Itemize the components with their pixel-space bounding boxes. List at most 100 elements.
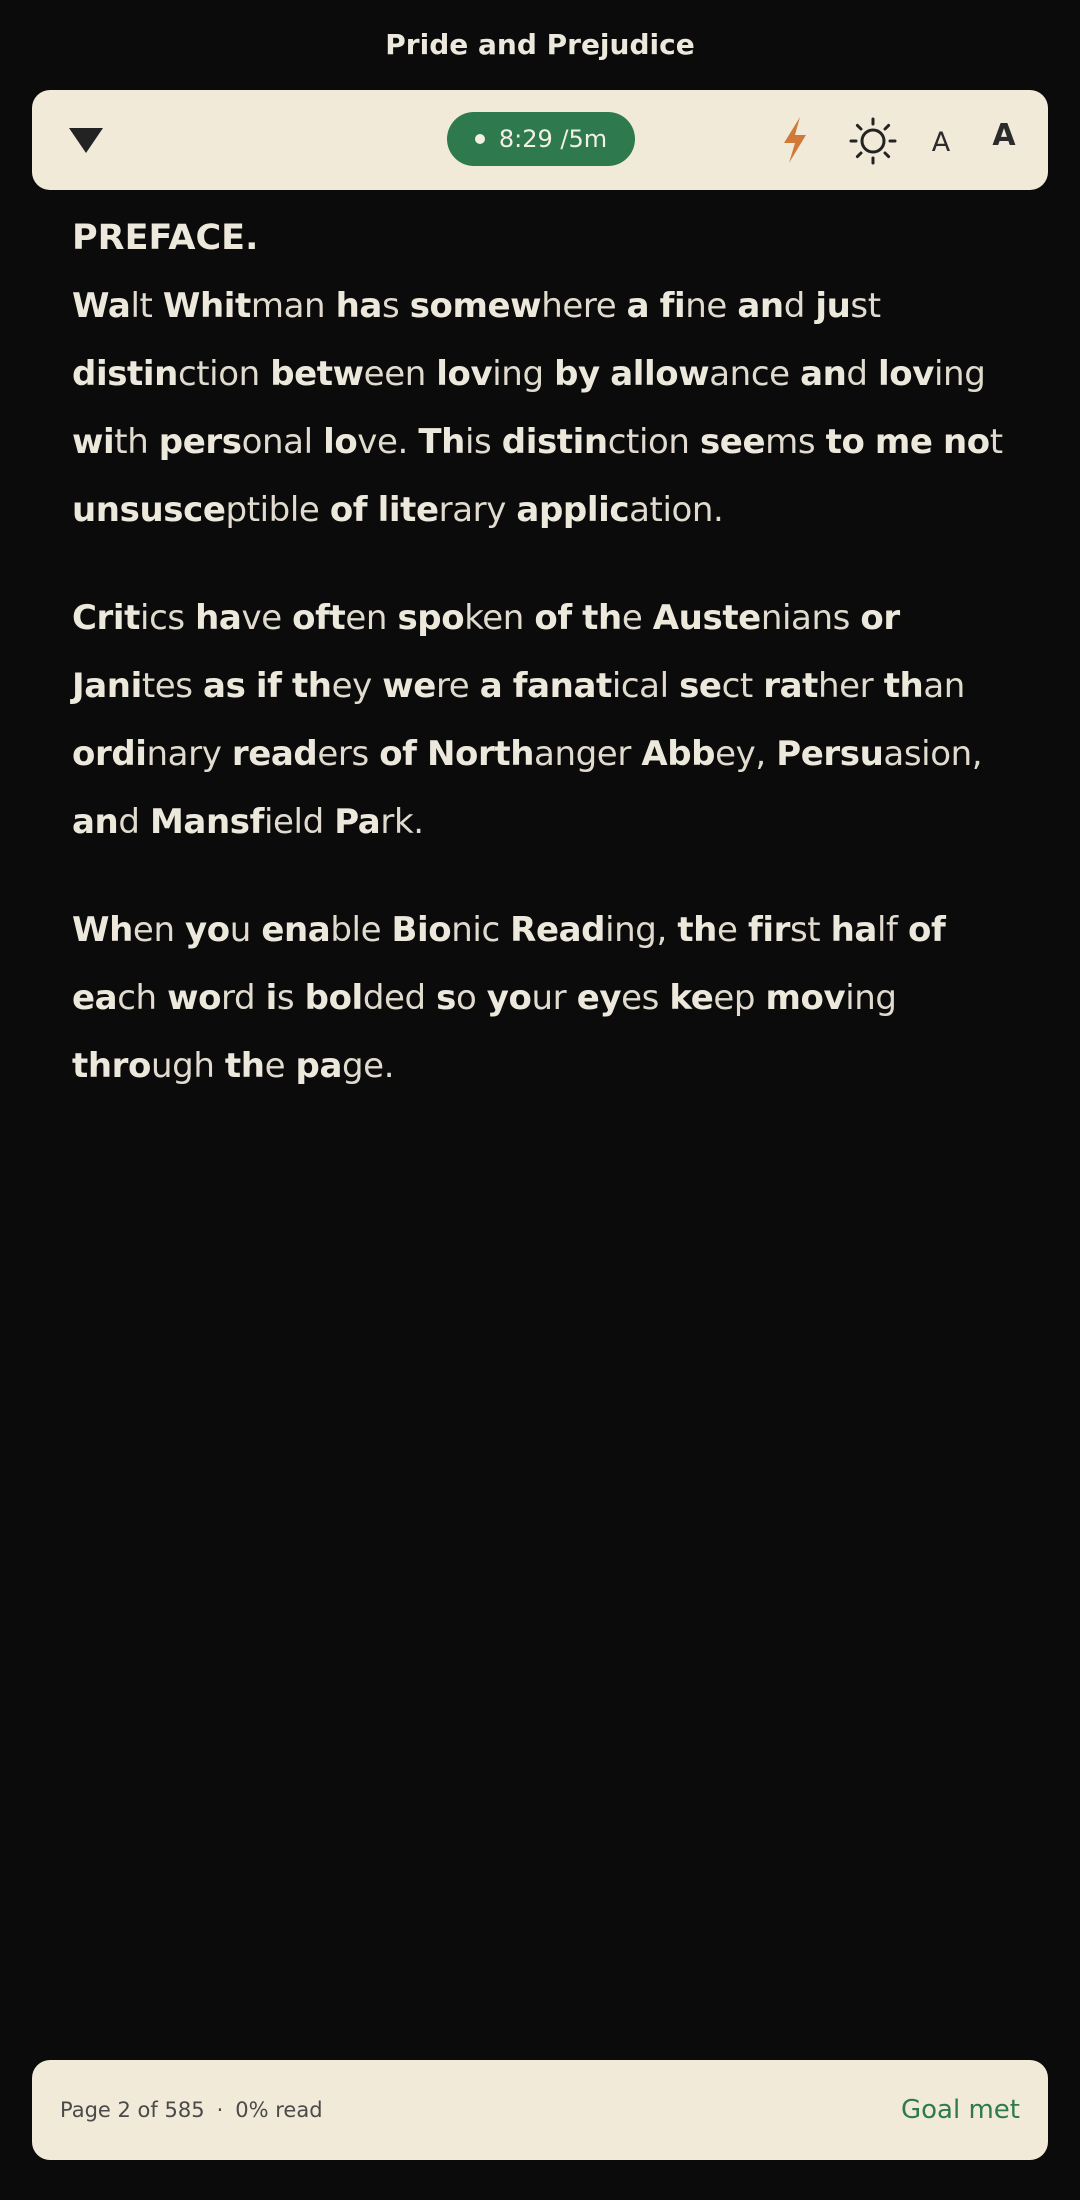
- font-decrease-button[interactable]: A: [924, 120, 958, 164]
- word: loving: [436, 354, 544, 394]
- word: fanatical: [512, 666, 669, 706]
- word: bolded: [304, 978, 426, 1018]
- word: ordinary: [72, 734, 222, 774]
- word: me: [874, 422, 933, 462]
- word: distinction: [72, 354, 260, 394]
- word: the: [224, 1046, 286, 1086]
- word: is: [265, 978, 295, 1018]
- word: spoken: [397, 598, 524, 638]
- word: Mansfield: [149, 802, 324, 842]
- word: of: [329, 490, 368, 530]
- word: you: [185, 910, 251, 950]
- word: if: [255, 666, 282, 706]
- word: not: [942, 422, 1003, 462]
- word: Park.: [334, 802, 424, 842]
- font-increase-button[interactable]: A: [982, 110, 1026, 160]
- word: as: [203, 666, 246, 706]
- sun-icon: [849, 117, 897, 165]
- page-info: Page 2 of 585 · 0% read: [60, 2060, 323, 2160]
- word: somewhere: [409, 286, 617, 326]
- word: This: [418, 422, 492, 462]
- word: loving: [878, 354, 986, 394]
- word: Reading,: [510, 910, 667, 950]
- word: Janites: [72, 666, 193, 706]
- word: first: [747, 910, 821, 950]
- word: keep: [669, 978, 756, 1018]
- chapter-heading: PREFACE.: [72, 218, 259, 258]
- word: so: [436, 978, 477, 1018]
- word: by: [554, 354, 600, 394]
- word: the: [677, 910, 738, 950]
- word: allowance: [610, 354, 790, 394]
- word: and: [737, 286, 805, 326]
- word: have: [195, 598, 282, 638]
- paragraph-2: Critics have often spoken of the Austeni…: [72, 584, 1012, 856]
- bionic-reading-toggle[interactable]: [772, 112, 818, 168]
- reading-progress-bar: Page 2 of 585 · 0% read Goal met: [32, 2060, 1048, 2160]
- word: and: [800, 354, 868, 394]
- word: When: [72, 910, 175, 950]
- word: your: [486, 978, 567, 1018]
- word: the: [582, 598, 643, 638]
- word: readers: [231, 734, 369, 774]
- word: page.: [295, 1046, 395, 1086]
- word: just: [815, 286, 881, 326]
- word: seems: [699, 422, 816, 462]
- word: fine: [659, 286, 728, 326]
- word: rather: [763, 666, 874, 706]
- reading-timer-button[interactable]: 8:29 /5m: [447, 112, 635, 166]
- triangle-down-icon: [69, 127, 103, 153]
- word: has: [335, 286, 400, 326]
- word: distinction: [501, 422, 690, 462]
- word: of: [534, 598, 572, 638]
- word: were: [382, 666, 470, 706]
- word: of: [908, 910, 946, 950]
- word: through: [72, 1046, 215, 1086]
- word: of: [379, 734, 417, 774]
- bolt-icon: [784, 117, 806, 163]
- toc-toggle-button[interactable]: [62, 118, 110, 162]
- reader-toolbar: 8:29 /5m A A: [32, 90, 1048, 190]
- word: or: [860, 598, 900, 638]
- word: love.: [323, 422, 408, 462]
- word: personal: [158, 422, 313, 462]
- word: enable: [261, 910, 382, 950]
- goal-status[interactable]: Goal met: [901, 2060, 1020, 2160]
- word: a: [479, 666, 503, 706]
- separator: ·: [216, 2098, 224, 2122]
- word: Austenians: [652, 598, 851, 638]
- word: between: [270, 354, 426, 394]
- word: they: [291, 666, 372, 706]
- word: half: [830, 910, 898, 950]
- word: than: [883, 666, 966, 706]
- word: often: [292, 598, 388, 638]
- word: unsusceptible: [72, 490, 320, 530]
- theme-toggle-button[interactable]: [846, 114, 900, 168]
- word: word: [167, 978, 256, 1018]
- word: and: [72, 802, 140, 842]
- paragraph-1: Walt Whitman has somewhere a fine and ju…: [72, 272, 1012, 544]
- word: each: [72, 978, 157, 1018]
- word: a: [626, 286, 650, 326]
- word: to: [825, 422, 865, 462]
- book-title: Pride and Prejudice: [385, 28, 695, 61]
- timer-label: 8:29 /5m: [498, 125, 608, 153]
- read-percentage: 0% read: [235, 2098, 323, 2122]
- word: sect: [679, 666, 753, 706]
- word: moving: [765, 978, 897, 1018]
- word: eyes: [576, 978, 660, 1018]
- word: Whitman: [162, 286, 326, 326]
- word: literary: [377, 490, 507, 530]
- reading-content: PREFACE. Walt Whitman has somewhere a fi…: [72, 218, 1012, 1140]
- word: Critics: [72, 598, 185, 638]
- word: Persuasion,: [776, 734, 983, 774]
- word: application.: [516, 490, 724, 530]
- word: Northanger: [426, 734, 631, 774]
- word: Abbey,: [641, 734, 766, 774]
- page-label: Page 2 of 585: [60, 2098, 205, 2122]
- word: with: [72, 422, 149, 462]
- word: Walt: [72, 286, 153, 326]
- word: Bionic: [391, 910, 501, 950]
- timer-dot-icon: [474, 134, 485, 144]
- paragraph-3: When you enable Bionic Reading, the firs…: [72, 896, 1012, 1100]
